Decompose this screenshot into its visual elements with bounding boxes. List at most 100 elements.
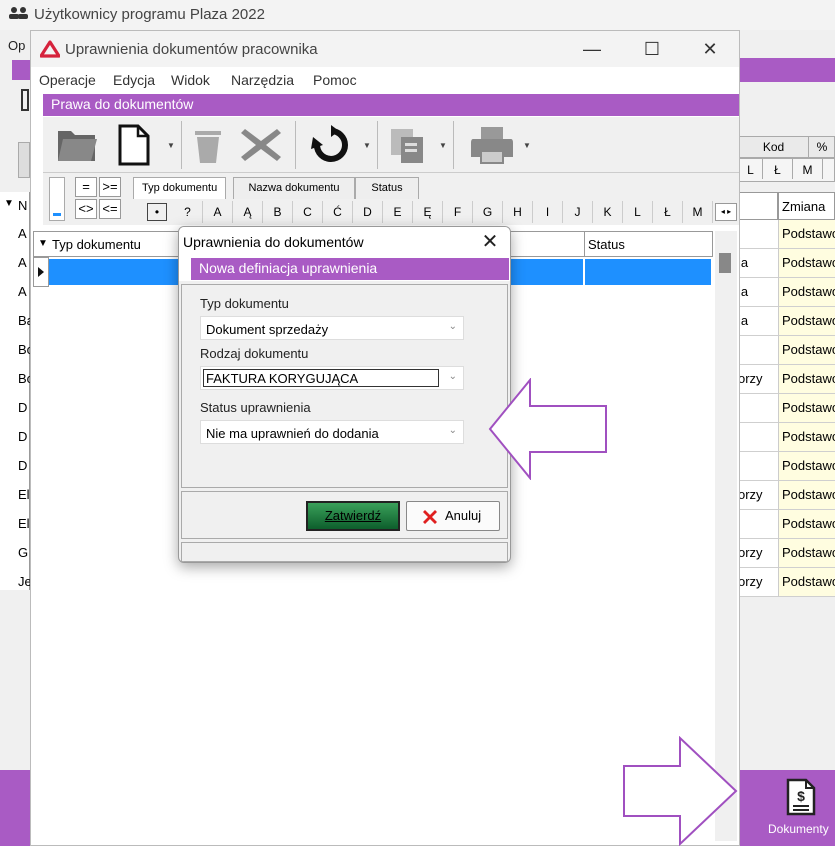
letter-filter-button[interactable]: Ę: [413, 201, 443, 223]
main-row-name-cell[interactable]: D: [18, 452, 30, 481]
new-document-icon[interactable]: [117, 123, 151, 167]
main-row-zmiana-cell[interactable]: Podstawo: [778, 510, 835, 539]
letter-filter-button[interactable]: K: [593, 201, 623, 223]
column-percent[interactable]: %: [809, 137, 835, 157]
main-row-zmiana-cell[interactable]: Podstawo: [778, 249, 835, 278]
main-toolbar-icon[interactable]: [20, 86, 30, 114]
letter-filter-button[interactable]: G: [473, 201, 503, 223]
menu-pomoc[interactable]: Pomoc: [313, 72, 357, 88]
column-typ-dokumentu[interactable]: Typ dokumentu: [52, 237, 141, 252]
operator-eq-button[interactable]: =: [75, 177, 97, 197]
main-row-zmiana-cell[interactable]: Podstawo: [778, 278, 835, 307]
menu-operacje[interactable]: Operacje: [39, 72, 96, 88]
main-row-zmiana-cell[interactable]: Podstawo: [778, 365, 835, 394]
main-row-mid-cell[interactable]: [738, 220, 778, 249]
letter-filter-button[interactable]: E: [383, 201, 413, 223]
letter-filter-button[interactable]: •: [147, 203, 167, 221]
letter-button[interactable]: L: [739, 159, 763, 179]
main-row-mid-cell[interactable]: orzy: [738, 365, 778, 394]
column-kod[interactable]: Kod: [739, 137, 809, 157]
copy-document-icon[interactable]: [387, 125, 427, 165]
scrollbar-thumb[interactable]: [719, 253, 731, 273]
main-row-zmiana-cell[interactable]: Podstawo: [778, 423, 835, 452]
copy-dropdown-icon[interactable]: ▼: [439, 141, 447, 150]
main-row-zmiana-cell[interactable]: Podstawo: [778, 220, 835, 249]
main-menu-partial[interactable]: Op: [8, 38, 25, 53]
main-row-zmiana-cell[interactable]: Podstawo: [778, 307, 835, 336]
main-row-zmiana-cell[interactable]: Podstawo: [778, 481, 835, 510]
column-status[interactable]: Status: [588, 237, 625, 252]
anuluj-button[interactable]: Anuluj: [406, 501, 500, 531]
letter-filter-button[interactable]: I: [533, 201, 563, 223]
main-row-mid-cell[interactable]: ja: [738, 278, 778, 307]
main-row-mid-cell[interactable]: orzy: [738, 539, 778, 568]
main-row-zmiana-cell[interactable]: Podstawo: [778, 539, 835, 568]
cancel-x-icon[interactable]: [239, 125, 283, 165]
main-row-name-cell[interactable]: A: [18, 278, 30, 307]
letter-filter-button[interactable]: D: [353, 201, 383, 223]
tab-nazwa-dokumentu[interactable]: Nazwa dokumentu: [233, 177, 355, 199]
main-row-mid-cell[interactable]: [738, 394, 778, 423]
main-row-name-cell[interactable]: A: [18, 220, 30, 249]
main-row-name-cell[interactable]: Bo: [18, 336, 30, 365]
dialog-close-button[interactable]: ✕: [475, 229, 505, 255]
letter-filter-button[interactable]: B: [263, 201, 293, 223]
letter-scroll-arrows-icon[interactable]: ◂ ▸: [715, 203, 737, 221]
letter-filter-button[interactable]: J: [563, 201, 593, 223]
letter-filter-button[interactable]: M: [683, 201, 713, 223]
letter-button[interactable]: M: [793, 159, 823, 179]
main-row-name-cell[interactable]: G: [18, 539, 30, 568]
letter-filter-button[interactable]: ?: [173, 201, 203, 223]
letter-filter-button[interactable]: H: [503, 201, 533, 223]
operator-ge-button[interactable]: >=: [99, 177, 121, 197]
main-row-name-cell[interactable]: Bo: [18, 365, 30, 394]
letter-button[interactable]: Ł: [763, 159, 793, 179]
letter-filter-button[interactable]: Ć: [323, 201, 353, 223]
print-dropdown-icon[interactable]: ▼: [523, 141, 531, 150]
main-row-name-cell[interactable]: D: [18, 423, 30, 452]
menu-edycja[interactable]: Edycja: [113, 72, 155, 88]
menu-narzedzia[interactable]: Narzędzia: [231, 72, 294, 88]
main-row-mid-cell[interactable]: orzy: [738, 481, 778, 510]
row-cell-status[interactable]: [585, 259, 711, 285]
column-zmiana[interactable]: Zmiana: [778, 192, 835, 220]
letter-filter-button[interactable]: L: [623, 201, 653, 223]
operator-le-button[interactable]: <=: [99, 199, 121, 219]
tab-typ-dokumentu[interactable]: Typ dokumentu: [133, 177, 227, 199]
main-row-name-cell[interactable]: El: [18, 481, 30, 510]
refresh-icon[interactable]: [309, 125, 353, 165]
main-row-name-cell[interactable]: A: [18, 249, 30, 278]
open-folder-icon[interactable]: [55, 125, 99, 165]
main-row-mid-cell[interactable]: [738, 510, 778, 539]
rodzaj-dokumentu-select[interactable]: FAKTURA KORYGUJĄCA ⌄: [200, 366, 464, 390]
main-row-mid-cell[interactable]: orzy: [738, 568, 778, 597]
main-row-name-cell[interactable]: D: [18, 394, 30, 423]
new-dropdown-icon[interactable]: ▼: [167, 141, 175, 150]
letter-filter-button[interactable]: Ł: [653, 201, 683, 223]
main-row-mid-cell[interactable]: [738, 423, 778, 452]
minimize-button[interactable]: —: [577, 37, 607, 61]
status-uprawnienia-select[interactable]: Nie ma uprawnień do dodania ⌄: [200, 420, 464, 444]
letter-filter-button[interactable]: C: [293, 201, 323, 223]
close-button[interactable]: ✕: [695, 37, 725, 61]
menu-widok[interactable]: Widok: [171, 72, 210, 88]
letter-filter-button[interactable]: A: [203, 201, 233, 223]
main-row-name-cell[interactable]: El: [18, 510, 30, 539]
refresh-dropdown-icon[interactable]: ▼: [363, 141, 371, 150]
zatwierdz-button[interactable]: Zatwierdź: [306, 501, 400, 531]
main-row-name-cell[interactable]: Ba: [18, 307, 30, 336]
rodzaj-dokumentu-input[interactable]: FAKTURA KORYGUJĄCA: [203, 369, 439, 387]
printer-icon[interactable]: [469, 125, 515, 165]
main-row-zmiana-cell[interactable]: Podstawo: [778, 568, 835, 597]
tab-status[interactable]: Status: [355, 177, 419, 199]
main-row-mid-cell[interactable]: [738, 452, 778, 481]
main-row-mid-cell[interactable]: [738, 336, 778, 365]
letter-filter-button[interactable]: Ą: [233, 201, 263, 223]
typ-dokumentu-select[interactable]: Dokument sprzedaży ⌄: [200, 316, 464, 340]
delete-bin-icon[interactable]: [191, 125, 225, 165]
operator-ne-button[interactable]: <>: [75, 199, 97, 219]
main-row-mid-cell[interactable]: ja: [738, 307, 778, 336]
main-row-zmiana-cell[interactable]: Podstawo: [778, 394, 835, 423]
maximize-button[interactable]: ☐: [637, 37, 667, 61]
main-row-mid-cell[interactable]: ja: [738, 249, 778, 278]
